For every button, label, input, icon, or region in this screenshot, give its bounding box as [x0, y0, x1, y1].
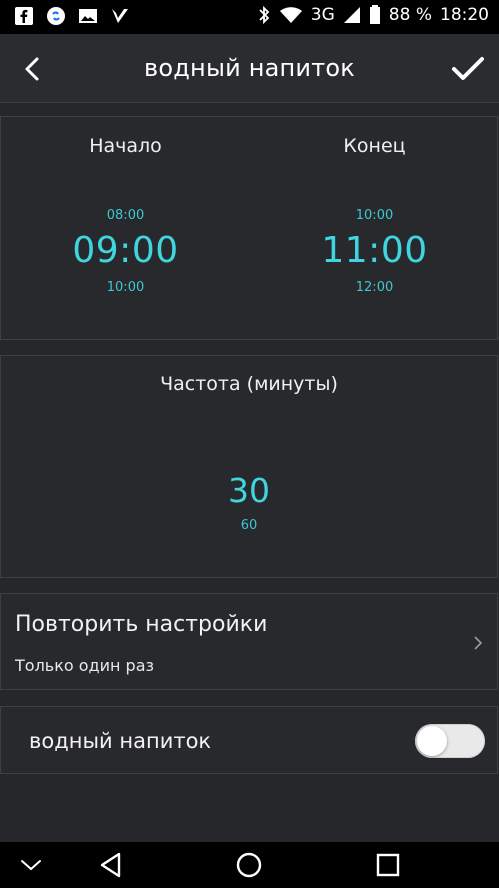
home-circle-icon[interactable] — [234, 850, 264, 880]
battery-percent: 88 % — [388, 5, 432, 25]
end-time-picker[interactable]: Конец 10:00 11:00 12:00 — [250, 117, 499, 339]
frequency-label: Частота (минуты) — [160, 373, 338, 395]
status-bar: 3G 88 % 18:20 — [0, 0, 499, 34]
frequency-selected-value[interactable]: 30 — [1, 471, 497, 510]
image-icon — [79, 9, 97, 23]
start-time-picker[interactable]: Начало 08:00 09:00 10:00 — [1, 117, 250, 339]
end-selected-value[interactable]: 11:00 — [250, 230, 499, 271]
end-next-value[interactable]: 12:00 — [250, 280, 499, 295]
chevron-right-icon — [474, 636, 483, 650]
signal-icon — [343, 7, 360, 23]
divider — [0, 102, 499, 103]
bluetooth-icon — [259, 5, 270, 25]
system-nav-bar — [0, 842, 499, 888]
wifi-icon — [279, 7, 302, 23]
check-icon[interactable] — [449, 50, 487, 88]
chevron-down-icon[interactable] — [16, 850, 46, 880]
reminder-toggle-switch[interactable] — [415, 724, 485, 758]
repeat-settings-value: Только один раз — [15, 656, 155, 675]
network-type: 3G — [310, 5, 335, 25]
time-range-card: Начало 08:00 09:00 10:00 Конец 10:00 11:… — [0, 116, 498, 340]
end-label: Конец — [343, 135, 406, 157]
frequency-next-value[interactable]: 60 — [1, 518, 497, 533]
battery-icon — [369, 5, 380, 24]
reminder-toggle-row: водный напиток — [0, 706, 498, 774]
end-prev-value[interactable]: 10:00 — [250, 208, 499, 223]
start-selected-value[interactable]: 09:00 — [1, 230, 250, 271]
recents-square-icon[interactable] — [373, 850, 403, 880]
facebook-icon — [15, 7, 33, 25]
notification-icons — [14, 6, 130, 26]
check-flag-icon — [112, 9, 128, 23]
clock: 18:20 — [440, 5, 489, 25]
start-label: Начало — [89, 135, 162, 157]
start-next-value[interactable]: 10:00 — [1, 280, 250, 295]
system-status: 3G 88 % 18:20 — [257, 5, 489, 25]
toggle-knob — [417, 726, 447, 756]
repeat-settings-title: Повторить настройки — [15, 612, 268, 637]
repeat-settings-row[interactable]: Повторить настройки Только один раз — [0, 593, 498, 690]
shazam-icon — [47, 7, 65, 25]
back-triangle-icon[interactable] — [96, 850, 126, 880]
app-bar: водный напиток — [0, 34, 499, 102]
frequency-card[interactable]: Частота (минуты) 30 60 — [0, 355, 498, 578]
page-title: водный напиток — [144, 54, 355, 82]
reminder-toggle-label: водный напиток — [29, 729, 212, 753]
start-prev-value[interactable]: 08:00 — [1, 208, 250, 223]
